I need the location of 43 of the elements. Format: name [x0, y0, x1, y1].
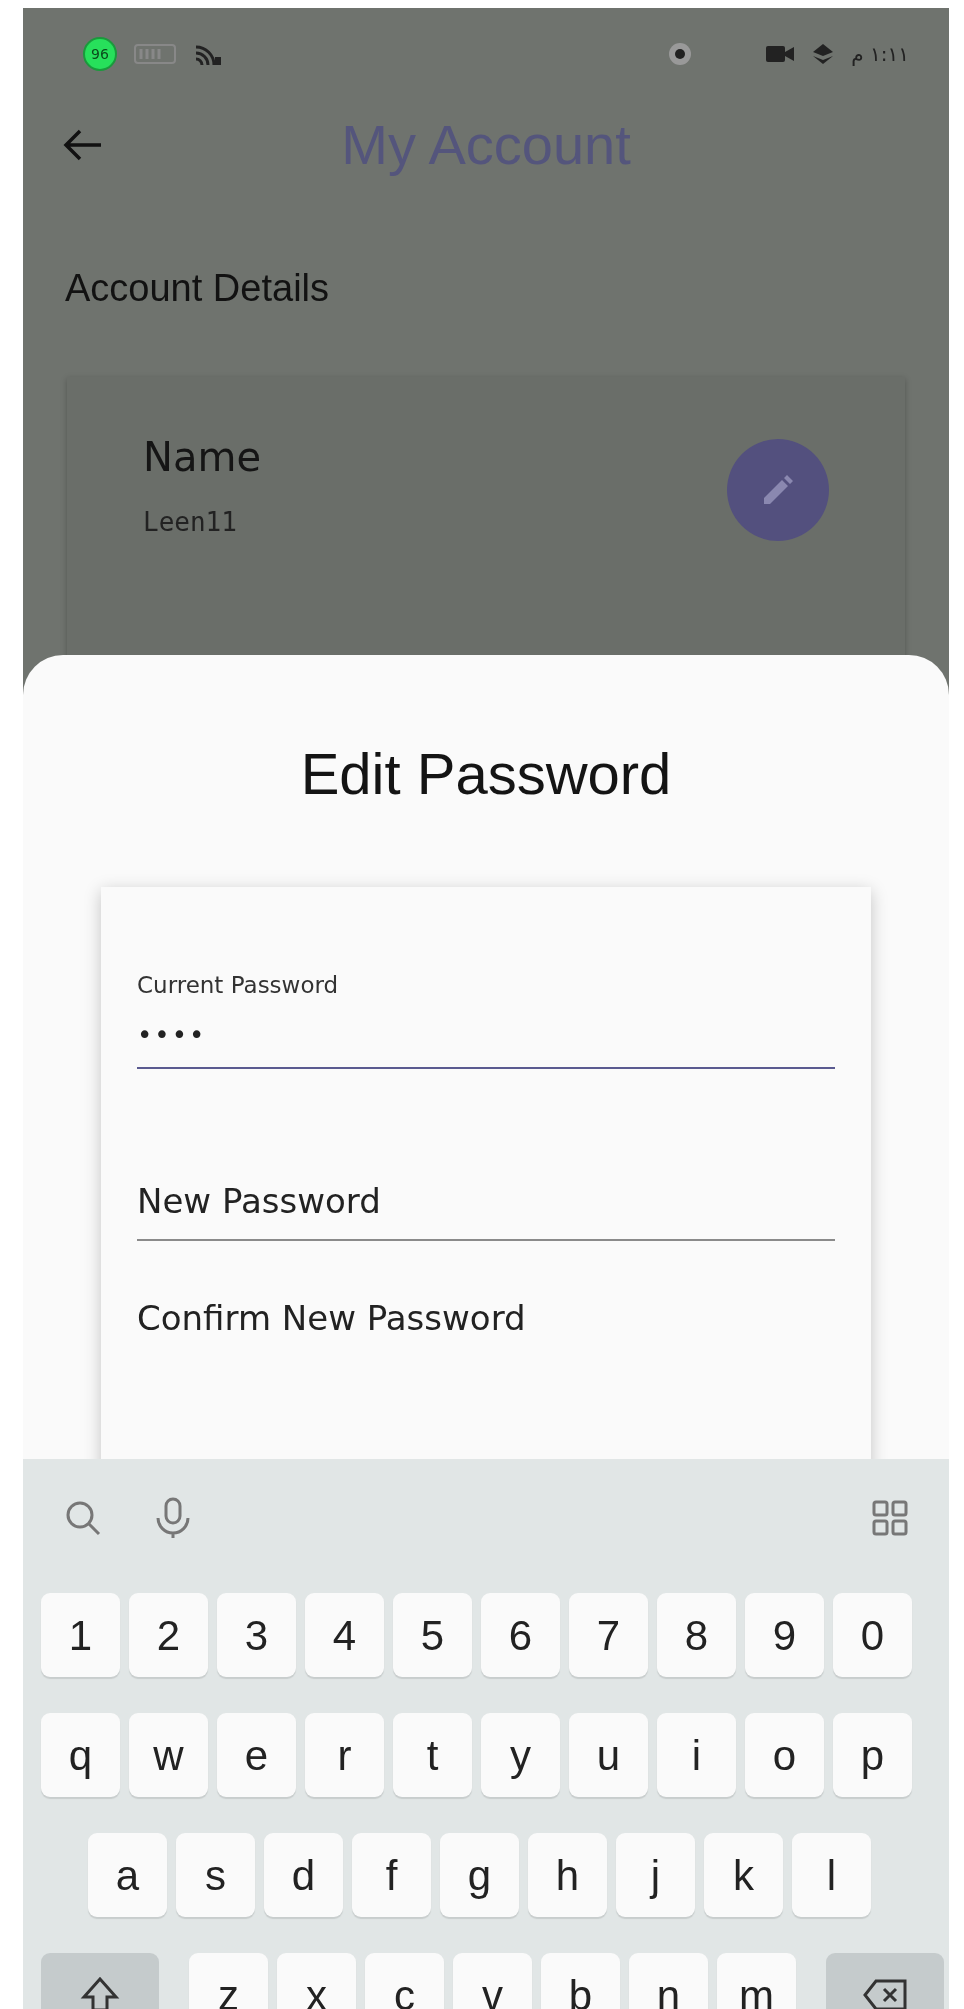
- keyboard-key[interactable]: 0: [833, 1593, 912, 1677]
- keyboard-key[interactable]: 3: [217, 1593, 296, 1677]
- keyboard-key[interactable]: l: [792, 1833, 871, 1917]
- keyboard-key[interactable]: 2: [129, 1593, 208, 1677]
- keyboard-key[interactable]: w: [129, 1713, 208, 1797]
- keyboard-key[interactable]: k: [704, 1833, 783, 1917]
- keyboard-key[interactable]: s: [176, 1833, 255, 1917]
- keyboard-key[interactable]: i: [657, 1713, 736, 1797]
- keyboard-key[interactable]: f: [352, 1833, 431, 1917]
- keyboard-key[interactable]: 7: [569, 1593, 648, 1677]
- keyboard-key[interactable]: z: [189, 1953, 268, 2009]
- keyboard-key[interactable]: x: [277, 1953, 356, 2009]
- battery-level: 96: [83, 37, 117, 71]
- keyboard-key[interactable]: e: [217, 1713, 296, 1797]
- keyboard-key[interactable]: j: [616, 1833, 695, 1917]
- keyboard-key[interactable]: h: [528, 1833, 607, 1917]
- keyboard-key[interactable]: o: [745, 1713, 824, 1797]
- keyboard-key[interactable]: v: [453, 1953, 532, 2009]
- keyboard-key[interactable]: 6: [481, 1593, 560, 1677]
- keyboard-key[interactable]: y: [481, 1713, 560, 1797]
- keyboard-key[interactable]: 9: [745, 1593, 824, 1677]
- keyboard-key[interactable]: u: [569, 1713, 648, 1797]
- keyboard-key[interactable]: r: [305, 1713, 384, 1797]
- section-heading: Account Details: [65, 267, 329, 309]
- keyboard-key[interactable]: p: [833, 1713, 912, 1797]
- keyboard-key[interactable]: q: [41, 1713, 120, 1797]
- keyboard-key[interactable]: 8: [657, 1593, 736, 1677]
- field-label: Name: [143, 433, 261, 482]
- keyboard-key[interactable]: d: [264, 1833, 343, 1917]
- sheet-title: Edit Password: [300, 741, 672, 806]
- keyboard-key[interactable]: a: [88, 1833, 167, 1917]
- password-field[interactable]: Confirm New Password: [137, 1293, 835, 1356]
- password-field[interactable]: Current Password ••••: [137, 937, 835, 1069]
- keyboard-key[interactable]: n: [629, 1953, 708, 2009]
- keyboard-key[interactable]: m: [717, 1953, 796, 2009]
- status-time: ١:١١ م: [851, 41, 909, 68]
- field-value: Leen11: [143, 506, 238, 539]
- keyboard-key[interactable]: 4: [305, 1593, 384, 1677]
- password-field[interactable]: New Password: [137, 1129, 835, 1241]
- keyboard-key[interactable]: g: [440, 1833, 519, 1917]
- keyboard-key[interactable]: 5: [393, 1593, 472, 1677]
- keyboard-key[interactable]: 1: [41, 1593, 120, 1677]
- keyboard-key[interactable]: t: [393, 1713, 472, 1797]
